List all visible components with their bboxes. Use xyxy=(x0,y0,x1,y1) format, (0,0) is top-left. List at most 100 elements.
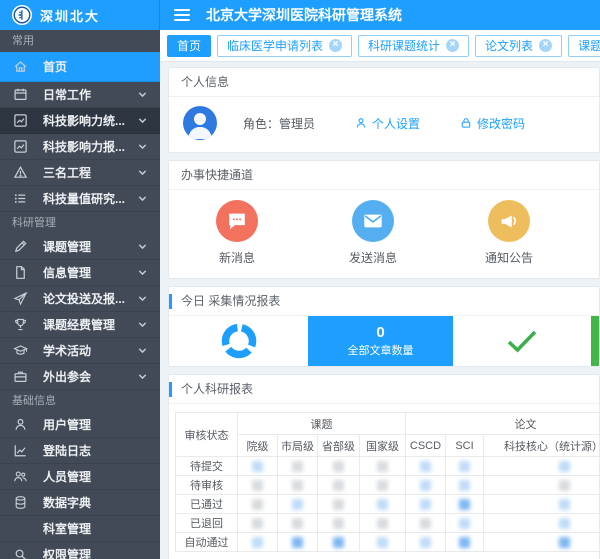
change-password-link[interactable]: 修改密码 xyxy=(460,115,525,132)
blurred-value-cell[interactable] xyxy=(360,514,406,533)
tab-close-icon[interactable]: × xyxy=(539,39,552,52)
blurred-value-cell[interactable] xyxy=(406,476,446,495)
blurred-value-cell[interactable] xyxy=(406,457,446,476)
col-header-review-status: 审核状态 xyxy=(176,413,238,457)
blurred-value-cell[interactable] xyxy=(318,514,360,533)
next-stat-block xyxy=(591,316,599,366)
blurred-value xyxy=(420,499,431,510)
blurred-value-cell[interactable] xyxy=(406,533,446,552)
blurred-value-cell[interactable] xyxy=(484,533,600,552)
blurred-value-cell[interactable] xyxy=(446,533,484,552)
blurred-value-cell[interactable] xyxy=(278,514,318,533)
blurred-value-cell[interactable] xyxy=(446,514,484,533)
blurred-value xyxy=(420,480,431,491)
blurred-value-cell[interactable] xyxy=(318,495,360,514)
sidebar-item[interactable]: 课题经费管理 xyxy=(0,312,160,338)
blurred-value xyxy=(252,518,263,529)
blurred-value-cell[interactable] xyxy=(484,476,600,495)
blurred-value-cell[interactable] xyxy=(484,495,600,514)
blurred-value-cell[interactable] xyxy=(446,495,484,514)
blurred-value xyxy=(420,518,431,529)
tab[interactable]: 课题费用报表× xyxy=(568,35,600,57)
quick-channel-item[interactable]: 发送消息 xyxy=(305,200,441,266)
blurred-value-cell[interactable] xyxy=(484,514,600,533)
blurred-value-cell[interactable] xyxy=(318,476,360,495)
sidebar-item-label: 课题经费管理 xyxy=(43,316,115,333)
blurred-value-cell[interactable] xyxy=(278,457,318,476)
tab[interactable]: 论文列表× xyxy=(475,35,562,57)
blurred-value xyxy=(292,461,303,472)
blurred-value-cell[interactable] xyxy=(238,495,278,514)
sidebar-item-label: 数据字典 xyxy=(43,494,91,511)
chevron-down-icon xyxy=(137,345,148,356)
sidebar-item[interactable]: 科技量值研究... xyxy=(0,186,160,212)
briefcase-icon xyxy=(13,369,28,384)
avatar[interactable] xyxy=(183,106,217,140)
sidebar-item[interactable]: 学术活动 xyxy=(0,338,160,364)
blurred-value-cell[interactable] xyxy=(406,495,446,514)
blurred-value-cell[interactable] xyxy=(238,476,278,495)
tab-label: 临床医学申请列表 xyxy=(227,37,323,54)
tab-close-icon[interactable]: × xyxy=(329,39,342,52)
tab[interactable]: 科研课题统计× xyxy=(358,35,469,57)
blurred-value-cell[interactable] xyxy=(360,476,406,495)
sidebar-item[interactable]: 课题管理 xyxy=(0,234,160,260)
sidebar-item[interactable]: 用户管理 xyxy=(0,412,160,438)
sidebar-item[interactable]: 论文投送及报... xyxy=(0,286,160,312)
sidebar: 常用首页日常工作科技影响力统...科技影响力报...三名工程科技量值研究...科… xyxy=(0,30,160,559)
table-row: 自动通过 xyxy=(176,533,600,552)
col-header: 院级 xyxy=(238,435,278,457)
tab[interactable]: 临床医学申请列表 × xyxy=(217,35,352,57)
horn-icon xyxy=(488,200,530,242)
blurred-value xyxy=(333,499,344,510)
personal-info-card: 个人信息 角色：管理员 个人设置 修改密码 xyxy=(168,67,600,153)
blurred-value xyxy=(333,461,344,472)
blurred-value xyxy=(459,499,470,510)
col-header: CSCD xyxy=(406,435,446,457)
list-icon xyxy=(13,191,28,206)
sidebar-item-label: 学术活动 xyxy=(43,342,91,359)
sidebar-item[interactable]: 数据字典 xyxy=(0,490,160,516)
blurred-value-cell[interactable] xyxy=(484,457,600,476)
blurred-value xyxy=(292,537,303,548)
tab-close-icon[interactable]: × xyxy=(446,39,459,52)
sidebar-item[interactable]: 人员管理 xyxy=(0,464,160,490)
quick-channel-item[interactable]: 新消息 xyxy=(169,200,305,266)
blurred-value-cell[interactable] xyxy=(318,533,360,552)
sidebar-item[interactable]: 首页 xyxy=(0,52,160,82)
blurred-value-cell[interactable] xyxy=(278,476,318,495)
tab[interactable]: 首页 xyxy=(167,35,211,57)
sidebar-item[interactable]: 科技影响力报... xyxy=(0,134,160,160)
home-icon xyxy=(13,59,28,74)
personal-info-title: 个人信息 xyxy=(169,68,599,97)
blurred-value-cell[interactable] xyxy=(360,533,406,552)
blurred-value-cell[interactable] xyxy=(278,533,318,552)
content-area: 个人信息 角色：管理员 个人设置 修改密码 xyxy=(160,62,600,559)
blurred-value-cell[interactable] xyxy=(446,476,484,495)
blurred-value-cell[interactable] xyxy=(238,457,278,476)
blurred-value-cell[interactable] xyxy=(446,457,484,476)
blurred-value-cell[interactable] xyxy=(360,457,406,476)
sidebar-item[interactable]: 登陆日志 xyxy=(0,438,160,464)
sidebar-item[interactable]: 信息管理 xyxy=(0,260,160,286)
sidebar-item[interactable]: 日常工作 xyxy=(0,82,160,108)
sidebar-item[interactable]: 三名工程 xyxy=(0,160,160,186)
blurred-value-cell[interactable] xyxy=(278,495,318,514)
sidebar-item[interactable]: 权限管理 xyxy=(0,542,160,559)
blurred-value-cell[interactable] xyxy=(238,533,278,552)
personal-settings-link[interactable]: 个人设置 xyxy=(355,115,420,132)
row-header: 待提交 xyxy=(176,457,238,476)
today-report-card: 今日 采集情况报表 0 全部文章数量 xyxy=(168,286,600,367)
sidebar-item[interactable]: 科技影响力统... xyxy=(0,108,160,134)
blurred-value xyxy=(559,537,570,548)
menu-toggle-icon[interactable] xyxy=(174,9,190,21)
quick-channel-item[interactable]: 通知公告 xyxy=(441,200,577,266)
blurred-value-cell[interactable] xyxy=(360,495,406,514)
sidebar-item[interactable]: 科室管理 xyxy=(0,516,160,542)
total-articles-stat[interactable]: 0 全部文章数量 xyxy=(308,316,453,366)
blurred-value-cell[interactable] xyxy=(318,457,360,476)
blurred-value-cell[interactable] xyxy=(406,514,446,533)
blurred-value-cell[interactable] xyxy=(238,514,278,533)
send-icon xyxy=(13,291,28,306)
sidebar-item[interactable]: 外出参会 xyxy=(0,364,160,390)
